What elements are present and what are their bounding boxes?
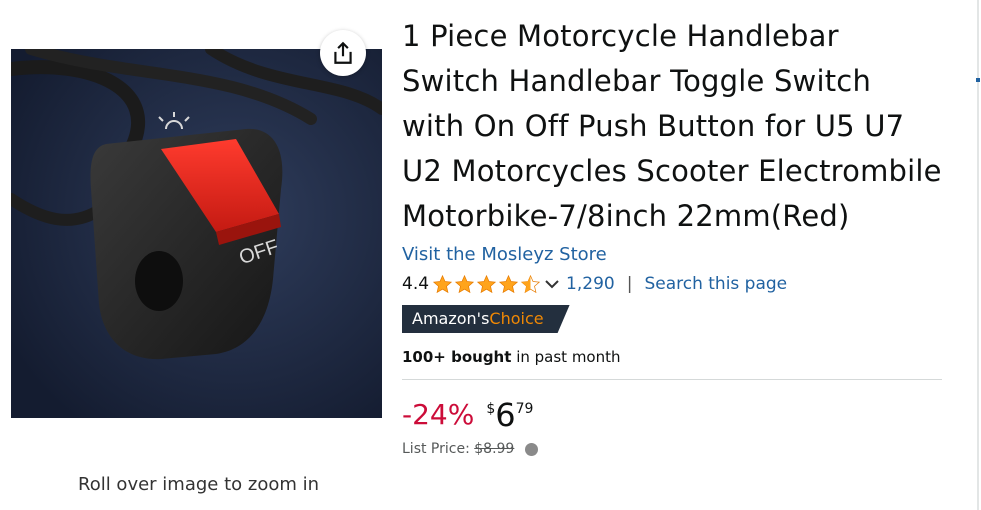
star-icon [476,274,497,293]
rating-value: 4.4 [402,274,430,294]
star-half-icon [520,274,541,293]
badge-prefix: Amazon's [412,309,490,328]
badge-highlight: Choice [489,309,544,328]
star-rating[interactable] [432,274,566,295]
amazons-choice-badge[interactable]: Amazon'sChoice [402,305,570,333]
bought-count: 100+ bought [402,348,512,366]
bought-info: 100+ bought in past month [402,347,942,367]
list-price-label: List Price: [402,441,470,457]
search-this-page-link[interactable]: Search this page [644,271,787,297]
page-scrollbar[interactable] [977,0,979,510]
discount-percent: -24% [402,398,475,431]
chevron-down-icon[interactable] [544,278,560,290]
star-icon [454,274,475,293]
scroll-indicator [976,78,980,82]
price-whole: 6 [495,396,516,434]
divider [402,379,942,380]
product-image[interactable]: OFF [11,49,382,418]
zoom-hint: Roll over image to zoom in [78,474,320,495]
share-icon [334,41,352,64]
price: $ 6 79 [486,398,533,432]
bought-period: in past month [516,348,621,366]
product-details: 1 Piece Motorcycle Handlebar Switch Hand… [402,14,942,458]
share-button[interactable] [320,30,366,76]
product-photo: OFF [11,49,382,418]
price-fraction: 79 [515,401,534,417]
price-row: -24% $ 6 79 [402,398,942,432]
star-icon [498,274,519,293]
store-link[interactable]: Visit the Mosleyz Store [402,243,942,267]
separator: | [626,274,633,294]
info-icon[interactable] [524,442,538,456]
rating-row: 4.4 1,290 | Search this page [402,271,942,297]
product-title: 1 Piece Motorcycle Handlebar Switch Hand… [402,19,942,233]
list-price-value: $8.99 [474,441,515,457]
price-symbol: $ [486,401,496,417]
star-icon [432,274,453,293]
rating-count-link[interactable]: 1,290 [566,271,615,297]
list-price: List Price: $8.99 [402,440,942,458]
